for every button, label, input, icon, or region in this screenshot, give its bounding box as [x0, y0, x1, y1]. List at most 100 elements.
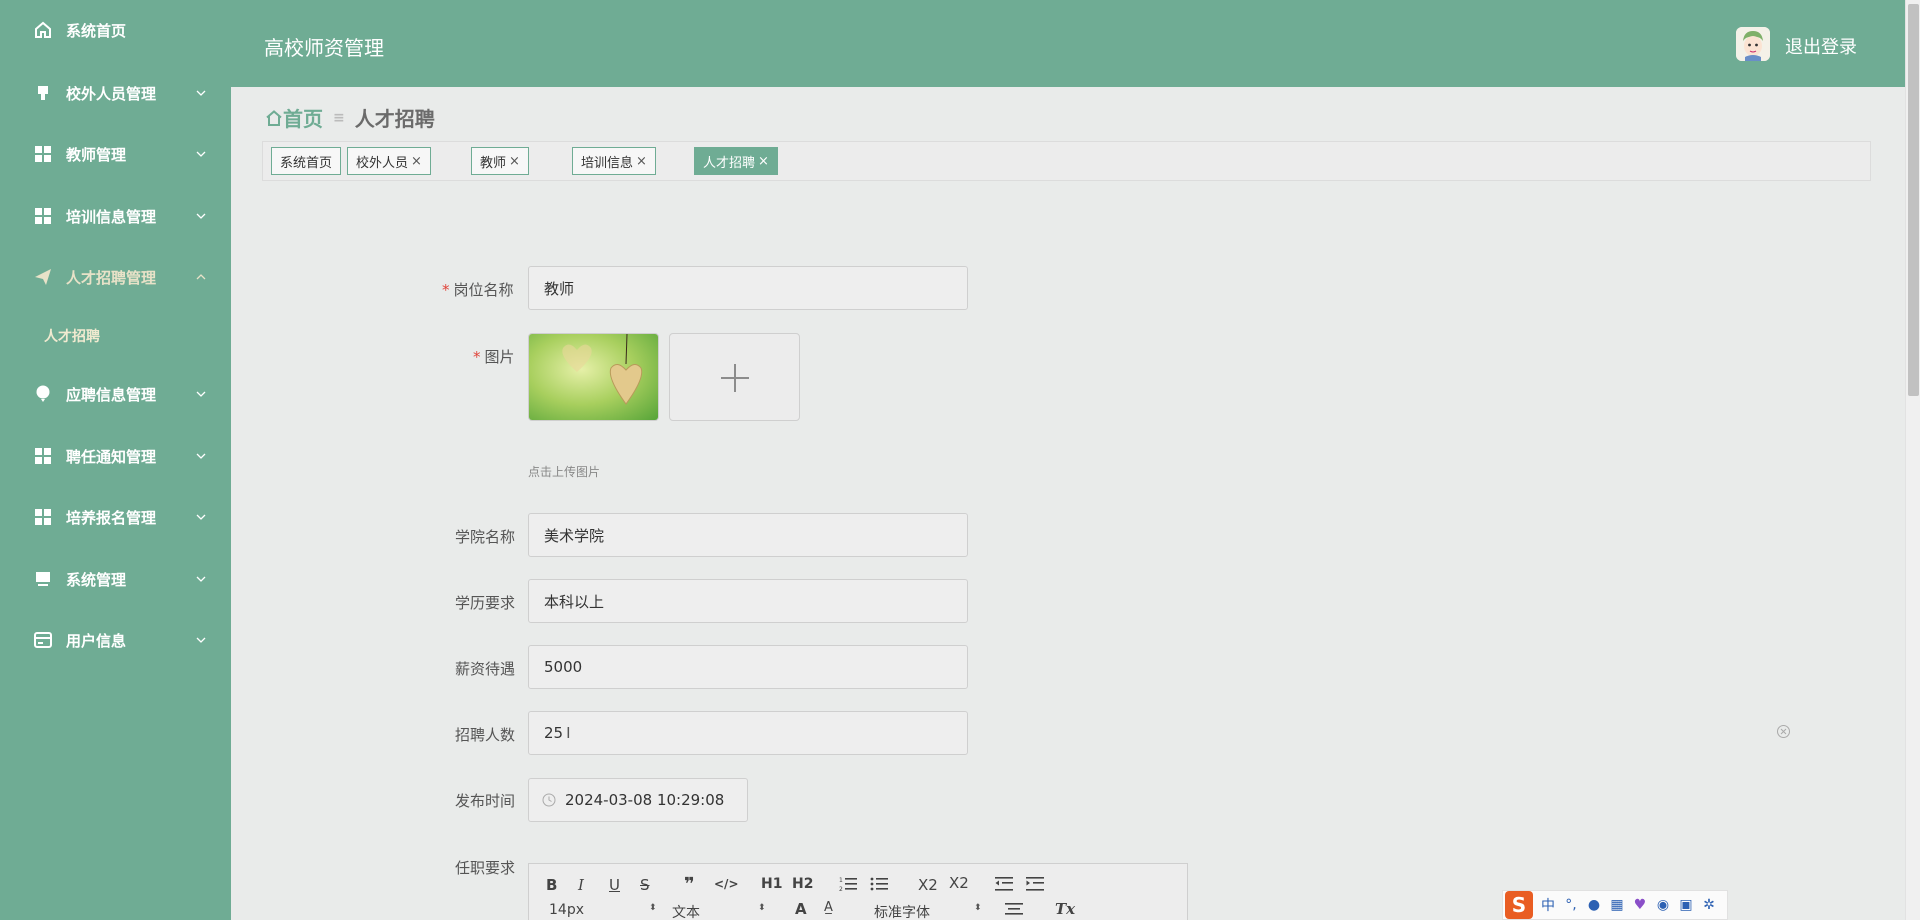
keyboard-icon[interactable]: ▦	[1609, 897, 1625, 913]
sidebar-item-teachers[interactable]: 教师管理	[0, 134, 231, 174]
education-input[interactable]: 本科以上	[528, 579, 968, 623]
date-label: 发布时间	[455, 792, 516, 810]
home-icon	[266, 109, 282, 126]
count-input[interactable]: 25 I	[528, 711, 968, 755]
font-size-select[interactable]: 14px ⬍	[549, 902, 657, 918]
uploaded-image[interactable]	[528, 333, 659, 421]
subscript-button[interactable]: X2	[918, 876, 938, 894]
brush-icon	[34, 84, 52, 102]
chevron-up-icon	[196, 274, 206, 280]
breadcrumb-home-label: 首页	[283, 107, 323, 131]
breadcrumb-current: 人才招聘	[354, 107, 435, 131]
position-label: * 岗位名称	[442, 281, 514, 299]
close-icon[interactable]: ×	[758, 154, 769, 169]
outdent-icon[interactable]	[995, 876, 1013, 892]
tag-label: 教师	[480, 155, 507, 171]
ime-mode-label[interactable]: 中	[1540, 895, 1556, 915]
sidebar-item-appointments[interactable]: 聘任通知管理	[0, 436, 231, 476]
blockquote-button[interactable]: ❞	[684, 874, 695, 895]
sidebar-item-applications[interactable]: 应聘信息管理	[0, 374, 231, 414]
upload-button[interactable]	[669, 333, 800, 421]
text-style-select[interactable]: 文本 ⬍	[672, 902, 766, 920]
svg-text:1: 1	[839, 877, 843, 884]
tag-teachers[interactable]: 教师 ×	[471, 147, 529, 175]
tag-external-staff[interactable]: 校外人员 ×	[347, 147, 431, 175]
grid-icon	[34, 207, 52, 225]
sidebar: 系统首页 校外人员管理 教师管理 培训信息管理 人才招聘管理 人才招聘 应聘信息…	[0, 0, 231, 920]
settings-icon[interactable]: ✲	[1701, 897, 1717, 913]
vertical-scrollbar[interactable]	[1905, 0, 1920, 920]
code-button[interactable]: </>	[714, 877, 739, 891]
bold-button[interactable]: B	[546, 876, 557, 894]
background-color-icon[interactable]: A̲	[824, 900, 833, 915]
sidebar-item-label: 教师管理	[66, 145, 127, 164]
chevron-down-icon	[196, 213, 206, 219]
card-icon	[34, 631, 52, 649]
tag-label: 培训信息	[581, 155, 634, 171]
grid-icon	[34, 447, 52, 465]
chevron-down-icon	[196, 453, 206, 459]
clear-icon[interactable]	[1776, 724, 1791, 739]
close-icon[interactable]: ×	[411, 154, 422, 169]
tags-bar: 系统首页 校外人员 × 教师 × 培训信息 × 人才招聘 ×	[262, 141, 1871, 181]
paper-plane-icon	[34, 268, 52, 286]
tag-home[interactable]: 系统首页	[271, 147, 342, 175]
align-icon[interactable]	[1005, 902, 1023, 916]
sidebar-item-label: 培训信息管理	[66, 207, 157, 226]
bullet-list-icon[interactable]	[870, 876, 888, 892]
close-icon[interactable]: ×	[509, 154, 520, 169]
sidebar-item-training[interactable]: 培训信息管理	[0, 196, 231, 236]
college-input[interactable]: 美术学院	[528, 513, 968, 557]
skin-icon[interactable]: ♥	[1632, 897, 1648, 913]
sidebar-item-home[interactable]: 系统首页	[0, 10, 231, 50]
sidebar-item-label: 用户信息	[66, 631, 127, 650]
superscript-button[interactable]: X2	[949, 874, 969, 892]
ordered-list-icon[interactable]: 12	[839, 876, 857, 892]
ime-toolbar: S 中 °, ● ▦ ♥ ◉ ▣ ✲	[1502, 890, 1728, 920]
svg-text:2: 2	[839, 886, 843, 892]
scrollbar-thumb[interactable]	[1908, 4, 1919, 396]
balloon-icon	[34, 385, 52, 403]
logout-button[interactable]: 退出登录	[1785, 33, 1857, 59]
sidebar-item-user-info[interactable]: 用户信息	[0, 620, 231, 660]
salary-label: 薪资待遇	[455, 660, 516, 678]
punctuation-icon[interactable]: °,	[1563, 897, 1579, 913]
sidebar-item-external-staff[interactable]: 校外人员管理	[0, 73, 231, 113]
clear-format-button[interactable]: Tx	[1055, 900, 1075, 918]
microphone-icon[interactable]: ●	[1586, 897, 1602, 913]
avatar[interactable]	[1736, 27, 1770, 61]
text-cursor-icon: I	[566, 724, 571, 742]
breadcrumb-home[interactable]: 首页	[265, 103, 323, 132]
underline-button[interactable]: U	[609, 876, 620, 894]
strike-button[interactable]: S	[640, 876, 650, 894]
sidebar-item-enrollment[interactable]: 培养报名管理	[0, 497, 231, 537]
font-color-icon[interactable]: A	[795, 900, 807, 918]
sidebar-item-label: 应聘信息管理	[66, 385, 157, 404]
h2-button[interactable]: H2	[792, 876, 813, 892]
monitor-icon	[34, 570, 52, 588]
italic-button[interactable]: I	[578, 876, 584, 894]
chevron-down-icon	[196, 90, 206, 96]
college-label: 学院名称	[455, 528, 516, 546]
chevron-down-icon	[196, 576, 206, 582]
close-icon[interactable]: ×	[636, 154, 647, 169]
position-input[interactable]: 教师	[528, 266, 968, 310]
education-label: 学历要求	[455, 594, 516, 612]
tag-recruitment[interactable]: 人才招聘 ×	[694, 147, 778, 175]
salary-input[interactable]: 5000	[528, 645, 968, 689]
tag-training[interactable]: 培训信息 ×	[572, 147, 656, 175]
sogou-logo-icon[interactable]: S	[1505, 891, 1533, 919]
sidebar-item-label: 聘任通知管理	[66, 447, 157, 466]
clock-icon	[542, 793, 556, 807]
toolbox-icon[interactable]: ▣	[1678, 897, 1694, 913]
sidebar-item-recruitment[interactable]: 人才招聘管理	[0, 257, 231, 297]
indent-icon[interactable]	[1026, 876, 1044, 892]
font-family-select[interactable]: 标准字体 ⬍	[874, 902, 982, 920]
date-picker[interactable]: 2024-03-08 10:29:08	[528, 778, 748, 822]
emoji-icon[interactable]: ◉	[1655, 897, 1671, 913]
h1-button[interactable]: H1	[761, 876, 782, 892]
rich-text-editor[interactable]: B I U S ❞ </> H1 H2 12 X2 X2 14px ⬍ 文本 ⬍ A…	[528, 863, 1188, 920]
sidebar-subitem-recruitment[interactable]: 人才招聘	[44, 326, 100, 346]
sidebar-item-system[interactable]: 系统管理	[0, 559, 231, 599]
chevron-down-icon	[196, 637, 206, 643]
